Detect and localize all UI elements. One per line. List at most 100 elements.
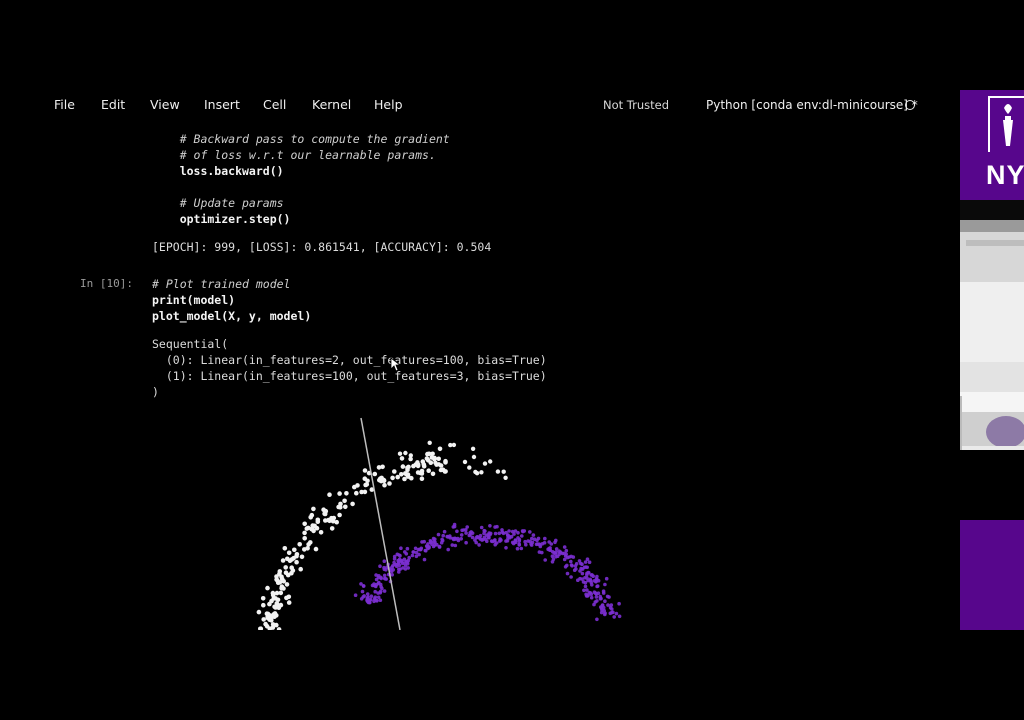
class-0-point	[343, 504, 348, 510]
class-0-point	[397, 451, 403, 456]
class-0-point	[256, 609, 262, 615]
menu-insert[interactable]: Insert	[204, 97, 240, 112]
class-1-point	[392, 557, 397, 561]
menu-view[interactable]: View	[150, 97, 180, 112]
menu-edit[interactable]: Edit	[101, 97, 125, 112]
kernel-name[interactable]: Python [conda env:dl-minicourse] *	[706, 98, 918, 112]
class-1-point	[489, 539, 494, 543]
code-line[interactable]: # Backward pass to compute the gradient	[152, 131, 450, 147]
class-0-point	[270, 592, 276, 598]
class-0-point	[274, 577, 279, 582]
class-0-point	[354, 490, 359, 496]
model-output-line: )	[152, 385, 159, 399]
class-1-point	[437, 545, 442, 549]
class-1-point	[585, 565, 589, 570]
class-0-point	[292, 547, 297, 553]
class-1-point	[452, 522, 457, 527]
class-1-point	[574, 567, 578, 571]
code-line[interactable]: optimizer.step()	[152, 211, 291, 227]
class-1-point	[543, 536, 547, 541]
class-0-point	[400, 464, 406, 469]
code-line[interactable]: print(model)	[152, 292, 235, 308]
slide-thumbnail-image	[960, 200, 1024, 450]
menu-cell[interactable]: Cell	[263, 97, 286, 112]
class-0-point	[501, 469, 506, 474]
class-0-point	[282, 546, 288, 551]
class-1-point	[580, 567, 585, 571]
menu-kernel[interactable]: Kernel	[312, 97, 351, 112]
class-1-point	[515, 546, 520, 551]
menu-help[interactable]: Help	[374, 97, 403, 112]
class-0-point	[312, 523, 317, 529]
class-1-point	[459, 537, 464, 541]
class-0-point	[399, 472, 404, 477]
class-0-point	[372, 471, 378, 477]
class-1-point	[376, 595, 381, 600]
class-0-point	[392, 469, 397, 474]
class-0-point	[448, 442, 453, 448]
code-line[interactable]: plot_model(X, y, model)	[152, 308, 311, 324]
class-0-point	[302, 530, 307, 536]
class-0-point	[438, 467, 444, 473]
class-1-point	[540, 550, 544, 555]
class-1-point	[567, 555, 572, 559]
code-line[interactable]: loss.backward()	[152, 163, 284, 179]
code-line[interactable]: # Update params	[152, 195, 284, 211]
class-1-point	[494, 541, 499, 545]
class-1-point	[407, 555, 411, 560]
class-1-point	[427, 545, 431, 550]
class-1-point	[398, 553, 402, 558]
class-1-point	[422, 557, 427, 562]
class-0-point	[298, 566, 303, 572]
class-0-point	[309, 512, 315, 518]
class-1-point	[420, 540, 424, 544]
class-1-point	[477, 543, 481, 547]
class-1-point	[585, 594, 590, 598]
class-0-point	[359, 489, 364, 495]
class-0-point	[415, 460, 420, 465]
class-0-point	[331, 515, 337, 521]
class-1-point	[374, 573, 378, 577]
class-0-point	[376, 465, 382, 470]
menu-file[interactable]: File	[54, 97, 75, 112]
class-0-point	[436, 456, 441, 462]
class-0-point	[474, 471, 480, 476]
code-line[interactable]: # of loss w.r.t our learnable params.	[152, 147, 436, 163]
class-1-point	[585, 571, 589, 576]
class-0-point	[272, 613, 277, 619]
class-1-point	[360, 589, 365, 594]
class-1-point	[436, 532, 441, 537]
class-0-point	[362, 468, 368, 473]
class-1-point	[493, 531, 498, 536]
class-0-point	[377, 477, 382, 483]
class-1-point	[595, 577, 599, 582]
class-0-point	[267, 617, 272, 622]
class-1-point	[488, 524, 492, 528]
class-1-point	[493, 525, 497, 529]
class-1-point	[562, 557, 567, 562]
class-0-point	[419, 476, 425, 481]
class-1-point	[569, 575, 573, 579]
code-line[interactable]: # Plot trained model	[152, 276, 290, 292]
class-1-point	[390, 573, 394, 577]
class-1-point	[550, 554, 555, 558]
class-1-point	[562, 545, 567, 549]
class-1-point	[605, 594, 610, 599]
class-0-point	[270, 625, 276, 630]
class-0-point	[278, 590, 284, 596]
class-1-point	[367, 600, 372, 605]
class-0-point	[267, 601, 272, 607]
class-1-point	[476, 535, 480, 539]
class-1-point	[473, 538, 477, 542]
class-0-point	[279, 584, 285, 589]
class-0-point	[289, 565, 294, 570]
class-0-point	[260, 596, 266, 601]
mouse-cursor-icon	[390, 357, 402, 372]
class-0-point	[286, 600, 292, 605]
class-1-point	[362, 594, 366, 598]
class-1-point	[592, 602, 596, 607]
class-1-point	[506, 536, 510, 541]
class-1-point	[390, 569, 394, 574]
class-1-point	[379, 585, 383, 589]
trust-status[interactable]: Not Trusted	[603, 98, 669, 112]
